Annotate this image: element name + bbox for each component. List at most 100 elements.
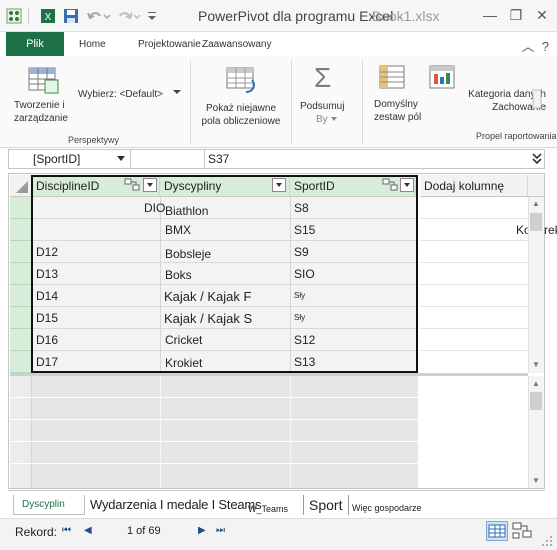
sheet-tab-sport[interactable]: Sport [309,495,342,515]
grid-view-button[interactable] [486,521,508,541]
row-selector[interactable] [10,329,32,351]
cell-discipline-name[interactable]: BMX [165,219,191,241]
create-manage-label: Tworzenie i zarządzanie [14,100,68,124]
cell-discipline-id[interactable]: D12 [36,241,58,263]
name-box[interactable]: [SportID] [9,150,131,168]
row-divider [420,218,528,219]
excel-icon[interactable]: X [40,8,56,24]
show-implicit-label: Pokaż niejawne pola obliczeniowe [201,103,281,127]
cell-discipline-id[interactable]: D17 [36,351,58,373]
formula-input[interactable]: S37 [208,150,229,168]
scroll-down-icon[interactable]: ▼ [530,358,542,372]
cell-sport-id[interactable]: S12 [294,329,315,351]
sheet-tab-dyscypliny[interactable]: Dyscyplin [13,495,85,515]
filter-dropdown-icon[interactable] [272,178,286,192]
relationship-icon [124,178,140,191]
grid-view-icon [488,524,506,538]
resize-grip-icon[interactable] [540,534,554,548]
diagram-view-icon [512,522,532,539]
cell-sport-id[interactable]: S13 [294,351,315,373]
undo-icon[interactable] [86,8,112,24]
scroll-down-icon[interactable]: ▼ [530,474,542,488]
cell-discipline-id[interactable]: D15 [36,307,58,329]
row-selector[interactable] [10,307,32,329]
column-header-dyscypliny[interactable]: Dyscypliny [160,175,290,197]
help-icon[interactable]: ? [542,39,549,54]
create-manage-button[interactable]: Tworzenie i zarządzanie [14,62,72,134]
record-position: 1 of 69 [127,525,161,537]
calc-area[interactable] [32,376,418,488]
close-button[interactable]: ✕ [529,4,555,26]
calc-area-empty[interactable] [418,376,528,488]
filter-dropdown-icon[interactable] [400,178,414,192]
powerpivot-icon[interactable] [6,8,22,24]
collapse-ribbon-icon[interactable]: ︿ [522,39,535,54]
last-record-icon[interactable]: ⏭ [216,525,225,536]
diagram-view-button[interactable] [511,521,533,541]
perspective-select-label[interactable]: Wybierz: <Default> [78,88,163,101]
column-header-disciplineid[interactable]: DisciplineID [32,175,160,197]
scrollbar-thumb[interactable] [530,392,542,410]
summarize-by-button[interactable]: Σ Podsumuj By [296,62,352,134]
cell-sport-id[interactable]: S15 [294,219,315,241]
tab-home[interactable]: Home [79,39,106,50]
show-implicit-button[interactable]: Pokaż niejawne pola obliczeniowe [196,62,286,134]
cell-sport-id[interactable]: S9 [294,241,309,263]
cell-discipline-name[interactable]: Kajak / Kajak S [164,308,252,330]
row-selector[interactable] [10,197,32,219]
save-icon[interactable] [63,8,79,24]
close-icon: ✕ [536,7,548,23]
row-divider [420,284,528,285]
column-divider [160,376,161,488]
sheet-tab-teams[interactable]: W_Teams [248,499,288,519]
select-all-corner[interactable] [10,175,32,197]
cell-discipline-id[interactable]: D14 [36,285,58,307]
sheet-tab-events[interactable]: Wydarzenia I medale I Steams [90,495,262,515]
cell-sport-id[interactable]: SIO [294,263,315,285]
cell-sport-id[interactable]: S8 [294,197,309,219]
row-selector[interactable] [10,241,32,263]
scroll-up-icon[interactable]: ▲ [530,197,542,211]
cell-discipline-name[interactable]: Krokiet [165,352,202,374]
cell-discipline-name[interactable]: Bobsleje [165,243,211,265]
relationship-icon [382,178,398,191]
column-header-add-column[interactable]: Dodaj kolumnę [420,175,528,197]
cell-discipline-id[interactable]: DIO [144,197,165,219]
redo-icon[interactable] [116,8,142,24]
calc-area-row-headers [10,376,32,488]
row-selector[interactable] [10,285,32,307]
tab-design[interactable]: Projektowanie [138,39,201,50]
scrollbar-thumb[interactable] [530,213,542,231]
tab-advanced[interactable]: Zaawansowany [202,39,271,50]
svg-text:X: X [45,12,52,23]
cell-discipline-id[interactable]: D16 [36,329,58,351]
calc-row-divider [10,463,528,464]
cell-sport-id[interactable]: Sły [294,307,305,329]
cell-sport-id[interactable]: Sły [294,285,305,307]
column-divider [290,197,291,373]
row-selector[interactable] [10,219,32,241]
next-record-icon[interactable]: ▶ [198,525,206,536]
restore-button[interactable]: ❐ [503,4,529,26]
first-record-icon[interactable]: ⏮ [62,525,71,536]
customize-qat-icon[interactable] [146,8,158,24]
cell-discipline-id[interactable]: D13 [36,263,58,285]
cell-discipline-name[interactable]: Kajak / Kajak F [164,286,251,308]
ribbon-scroll-icon[interactable] [531,88,543,110]
cell-discipline-name[interactable]: Boks [165,264,192,286]
record-label: Rekord: [15,525,58,539]
minimize-button[interactable]: — [477,4,503,26]
filter-dropdown-icon[interactable] [143,178,157,192]
sheet-tab-hosts[interactable]: Więc gospodarze [352,498,422,518]
column-header-label: DisciplineID [36,179,100,193]
scroll-up-icon[interactable]: ▲ [530,377,542,391]
row-selector[interactable] [10,351,32,373]
previous-record-icon[interactable]: ◀ [84,525,92,536]
tab-file[interactable]: Plik [6,32,64,56]
expand-formula-icon[interactable] [530,151,544,167]
default-fieldset-button[interactable]: Domyślny zestaw pól [368,62,422,134]
row-selector[interactable] [10,263,32,285]
chevron-down-icon[interactable] [116,155,126,163]
cell-discipline-name[interactable]: Cricket [165,329,202,351]
chevron-down-icon[interactable] [172,88,182,96]
